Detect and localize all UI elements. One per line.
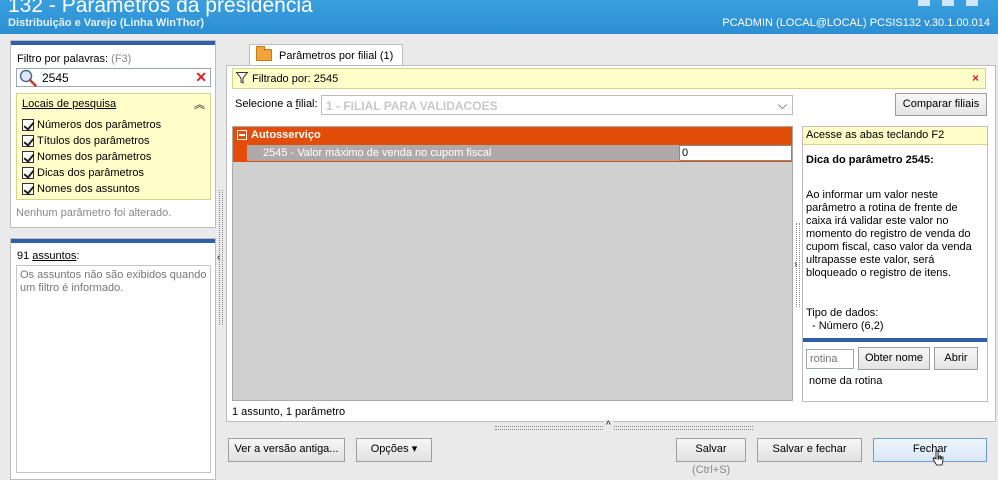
chevron-down-icon[interactable]: ⌵ xyxy=(778,98,787,113)
hint-keys-message: Acesse as abas teclando F2 xyxy=(803,127,987,145)
checkbox-checked-icon[interactable] xyxy=(22,134,34,147)
window-controls xyxy=(918,0,978,10)
no-change-message: Nenhum parâmetro foi alterado. xyxy=(16,207,172,219)
chevron-up-icon[interactable]: ^ xyxy=(604,420,613,431)
group-label: Autosserviço xyxy=(251,129,321,141)
panel-accent-bar xyxy=(11,41,215,45)
collapse-up-icon[interactable]: ︽ xyxy=(194,96,205,112)
subjects-count: 91 assuntos: xyxy=(17,250,80,262)
opcoes-button[interactable]: Opções ▾ xyxy=(356,438,432,462)
grid-footer: 1 assunto, 1 parâmetro xyxy=(232,406,346,418)
left-splitter[interactable]: ‹ xyxy=(217,190,225,325)
checkbox-checked-icon[interactable] xyxy=(22,118,34,131)
filter-strip-text: Filtrado por: 2545 xyxy=(252,73,339,85)
subjects-panel: 91 assuntos: Os assuntos não são exibido… xyxy=(10,238,216,480)
filter-strip: Filtrado por: 2545 × xyxy=(232,68,986,89)
minimize-icon[interactable] xyxy=(918,0,930,6)
funnel-icon xyxy=(236,72,248,84)
search-locations-box: Locais de pesquisa ︽ Números dos parâmet… xyxy=(16,93,211,200)
subjects-message: Os assuntos não são exibidos quando um f… xyxy=(20,269,207,294)
data-type-label: Tipo de dados: xyxy=(806,307,879,319)
hand-cursor-icon xyxy=(932,450,944,466)
clear-search-icon[interactable]: ✕ xyxy=(195,70,207,85)
checkbox-numeros[interactable]: Números dos parâmetros xyxy=(22,117,161,132)
window-title: 132 - Parâmetros da presidência xyxy=(8,0,313,17)
bottom-splitter[interactable]: ^ xyxy=(495,420,753,433)
parameter-value-input[interactable]: 0 xyxy=(679,145,792,161)
chevron-left-icon[interactable]: ‹ xyxy=(217,252,220,263)
tab-label: Parâmetros por filial (1) xyxy=(279,50,394,62)
close-window-icon[interactable] xyxy=(966,0,978,6)
chevron-right-icon[interactable]: › xyxy=(794,259,797,270)
hint-body: Ao informar um valor neste parâmetro a r… xyxy=(806,189,972,279)
tab-parametros-por-filial[interactable]: Parâmetros por filial (1) xyxy=(249,44,403,66)
group-header-autosservico[interactable]: Autosserviço xyxy=(233,127,792,144)
checkbox-nomes[interactable]: Nomes dos parâmetros xyxy=(22,149,151,164)
checkbox-titulos[interactable]: Títulos dos parâmetros xyxy=(22,133,150,148)
parameters-grid: Autosserviço 2545 - Valor máximo de vend… xyxy=(232,126,793,401)
checkbox-dicas[interactable]: Dicas dos parâmetros xyxy=(22,165,144,180)
search-input[interactable] xyxy=(42,70,192,85)
filter-panel: Filtro por palavras: (F3) ✕ Locais de pe… xyxy=(10,40,216,228)
salvar-button[interactable]: Salvar xyxy=(676,438,746,462)
abrir-button[interactable]: Abrir xyxy=(934,347,978,370)
filial-label: Selecione a filial: xyxy=(235,98,318,110)
filter-label: Filtro por palavras: (F3) xyxy=(17,53,132,65)
filter-shortcut: (F3) xyxy=(111,53,132,65)
panel-accent-bar xyxy=(803,338,987,342)
maximize-icon[interactable] xyxy=(942,0,954,6)
right-splitter[interactable]: › xyxy=(794,223,802,307)
compare-filiais-button[interactable]: Comparar filiais xyxy=(895,93,987,116)
search-locations-title[interactable]: Locais de pesquisa xyxy=(22,98,116,110)
search-icon xyxy=(19,69,37,87)
checkbox-checked-icon[interactable] xyxy=(22,150,34,163)
dropdown-arrow-icon: ▾ xyxy=(411,443,418,455)
fechar-button[interactable]: Fechar xyxy=(873,438,987,462)
parameter-label: 2545 - Valor máximo de venda no cupom fi… xyxy=(263,147,492,159)
splitter-grip[interactable] xyxy=(495,426,753,430)
panel-accent-bar xyxy=(11,239,215,243)
checkbox-checked-icon[interactable] xyxy=(22,166,34,179)
obter-nome-button[interactable]: Obter nome xyxy=(858,347,930,370)
rotina-name: nome da rotina xyxy=(809,375,883,387)
checkbox-checked-icon[interactable] xyxy=(22,182,34,195)
data-type-value: - Número (6,2) xyxy=(812,320,884,332)
salvar-e-fechar-button[interactable]: Salvar e fechar xyxy=(757,438,862,462)
checkbox-assuntos[interactable]: Nomes dos assuntos xyxy=(22,181,140,196)
hint-panel: Acesse as abas teclando F2 Dica do parâm… xyxy=(802,126,988,402)
subjects-list[interactable]: Os assuntos não são exibidos quando um f… xyxy=(16,265,211,473)
close-filter-icon[interactable]: × xyxy=(972,71,979,85)
user-info: PCADMIN (LOCAL@LOCAL) PCSIS132 v.30.1.00… xyxy=(722,17,990,29)
filial-select[interactable]: 1 - FILIAL PARA VALIDACOES ⌵ xyxy=(321,95,793,115)
rotina-input[interactable] xyxy=(806,349,854,369)
folder-icon xyxy=(256,46,272,61)
search-box[interactable]: ✕ xyxy=(16,68,211,87)
collapse-minus-icon[interactable] xyxy=(237,130,247,140)
parameter-row[interactable]: 2545 - Valor máximo de venda no cupom fi… xyxy=(247,145,679,161)
filial-selected-value: 1 - FILIAL PARA VALIDACOES xyxy=(326,99,498,113)
window-subtitle: Distribuição e Varejo (Linha WinThor) xyxy=(8,17,205,29)
hint-title: Dica do parâmetro 2545: xyxy=(806,154,934,166)
content-panel: Filtrado por: 2545 × Selecione a filial:… xyxy=(226,65,996,422)
ver-versao-antiga-button[interactable]: Ver a versão antiga... xyxy=(228,438,345,462)
salvar-shortcut: (Ctrl+S) xyxy=(692,464,731,476)
title-bar: 132 - Parâmetros da presidência Distribu… xyxy=(0,0,998,34)
